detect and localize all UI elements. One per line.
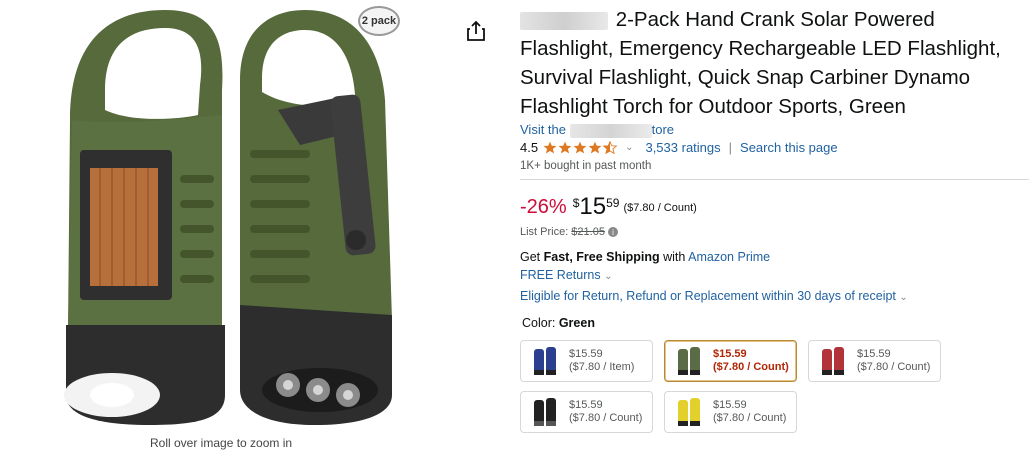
brand-blur xyxy=(520,11,608,30)
pack-badge: 2 pack xyxy=(358,6,400,36)
discount-percent: -26% xyxy=(520,196,567,218)
color-swatch-blue[interactable]: $15.59 ($7.80 / Item) xyxy=(520,340,653,382)
share-icon[interactable] xyxy=(466,20,486,42)
shipping-info: Get Fast, Free Shipping with Amazon Prim… xyxy=(520,250,771,264)
flashlight-thumbnail-icon xyxy=(678,347,700,375)
price-per-unit: ($7.80 / Count) xyxy=(623,202,697,214)
star-full-icon xyxy=(573,141,587,154)
flashlight-thumbnail-icon xyxy=(534,347,556,375)
return-eligibility-link[interactable]: Eligible for Return, Refund or Replaceme… xyxy=(520,289,908,303)
price-symbol: $ xyxy=(572,196,580,210)
chevron-down-icon: ⌄ xyxy=(899,292,908,303)
product-title: 2-Pack Hand Crank Solar Powered Flashlig… xyxy=(520,8,1001,118)
bought-count: 1K+ bought in past month xyxy=(520,160,652,172)
store-link[interactable]: Visit the tore xyxy=(520,122,674,138)
search-page-link[interactable]: Search this page xyxy=(740,140,838,155)
product-image-area[interactable]: 2 pack Roll over image to zoom in xyxy=(0,0,455,450)
price-fraction: 59 xyxy=(606,196,620,210)
prime-link[interactable]: Amazon Prime xyxy=(688,250,770,264)
divider xyxy=(520,179,1029,180)
product-image xyxy=(64,10,392,425)
ratings-link[interactable]: 3,533 ratings xyxy=(645,140,720,155)
info-icon[interactable]: i xyxy=(607,227,618,237)
chevron-down-icon: ⌄ xyxy=(604,271,613,282)
chevron-down-icon[interactable]: ⌄ xyxy=(625,142,633,153)
store-name-blur xyxy=(569,123,652,138)
flashlight-thumbnail-icon xyxy=(678,398,700,426)
rating-value: 4.5 xyxy=(520,140,539,155)
free-returns-link[interactable]: FREE Returns ⌄ xyxy=(520,268,612,282)
list-price: List Price: $21.05 i xyxy=(520,226,618,238)
star-half-icon xyxy=(603,141,618,154)
color-swatch-black[interactable]: $15.59 ($7.80 / Count) xyxy=(520,391,653,433)
flashlight-thumbnail-icon xyxy=(822,347,844,375)
star-rating[interactable] xyxy=(543,141,618,154)
flashlight-thumbnail-icon xyxy=(534,398,556,426)
rating-row: 4.5 ⌄ 3,533 ratings | Search this page xyxy=(520,140,838,155)
star-full-icon xyxy=(543,141,557,154)
price-whole: 15 xyxy=(579,193,607,220)
selected-color: Green xyxy=(558,316,595,330)
star-full-icon xyxy=(588,141,602,154)
star-full-icon xyxy=(558,141,572,154)
color-swatch-yellow[interactable]: $15.59 ($7.80 / Count) xyxy=(664,391,797,433)
color-swatch-green[interactable]: $15.59 ($7.80 / Count) xyxy=(664,340,797,382)
color-label: Color: Green xyxy=(522,316,595,330)
list-price-value: $21.05 xyxy=(571,226,605,238)
color-swatch-red[interactable]: $15.59 ($7.80 / Count) xyxy=(808,340,941,382)
zoom-caption: Roll over image to zoom in xyxy=(150,436,293,450)
price-row: -26% $ 15 59 ($7.80 / Count) xyxy=(520,193,697,223)
separator: | xyxy=(728,140,733,155)
